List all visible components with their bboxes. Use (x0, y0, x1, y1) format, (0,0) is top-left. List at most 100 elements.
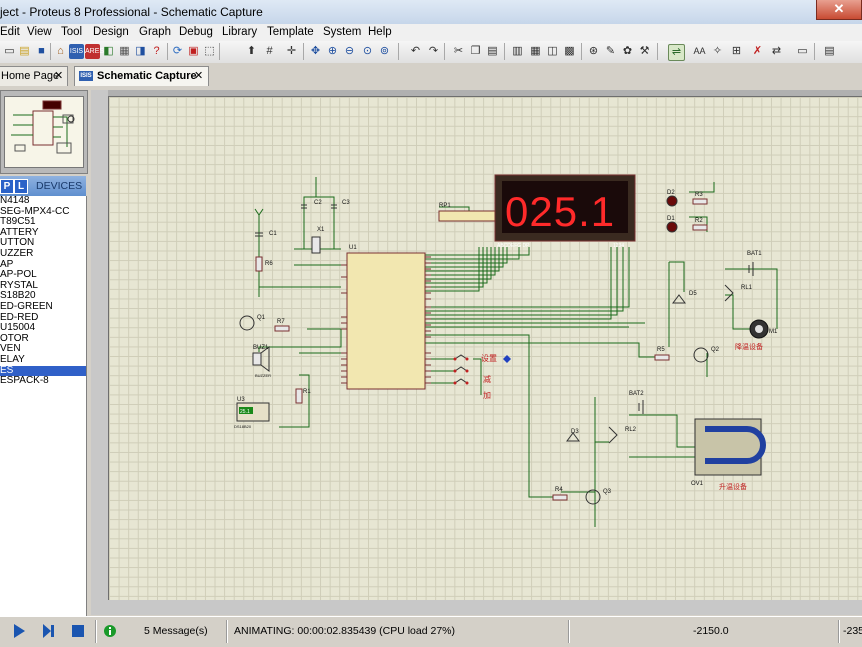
menu-library[interactable]: Library (222, 26, 257, 38)
menu-debug[interactable]: Debug (179, 26, 213, 38)
status-bar: 5 Message(s) ANIMATING: 00:00:02.835439 … (0, 616, 862, 647)
refresh-view-icon[interactable]: ⬆ (244, 44, 259, 59)
play-icon[interactable] (11, 623, 27, 639)
library-manager-button[interactable]: L (14, 179, 28, 194)
packaging-icon[interactable]: ✿ (620, 44, 635, 59)
list-item[interactable]: ESPACK-8 (0, 376, 86, 387)
info-icon (104, 625, 116, 637)
cut-icon[interactable]: ✂ (451, 44, 466, 59)
tab-schematic-close-icon[interactable]: ✕ (194, 67, 203, 85)
zoom-in-icon[interactable]: ⊕ (325, 44, 340, 59)
zoom-area-icon[interactable]: ⊚ (377, 44, 392, 59)
list-item[interactable]: U15004 (0, 323, 86, 334)
bat1-label: BAT1 (747, 251, 762, 257)
tab-schematic-capture[interactable]: ISIS Schematic Capture ✕ (74, 66, 209, 86)
bom-icon[interactable]: ▦ (117, 44, 132, 59)
property-tool-icon[interactable]: ✧ (710, 44, 725, 59)
title-bar: ject - Proteus 8 Professional - Schemati… (0, 0, 862, 25)
redo-icon[interactable]: ↷ (426, 44, 441, 59)
c2-label: C2 (314, 200, 322, 206)
menu-graph[interactable]: Graph (139, 26, 171, 38)
netlist-icon[interactable]: ⇄ (769, 44, 784, 59)
list-item[interactable]: ELAY (0, 355, 86, 366)
refresh-icon[interactable]: ⟳ (170, 44, 185, 59)
tab-home-close-icon[interactable]: ✕ (54, 67, 63, 85)
more-icon[interactable]: ▤ (822, 44, 837, 59)
design-explorer-icon[interactable]: ⊞ (729, 44, 744, 59)
overview-thumbnail[interactable] (4, 96, 84, 168)
list-item[interactable]: ATTERY (0, 228, 86, 239)
electrical-check-icon[interactable]: ✗ (750, 44, 765, 59)
paste-icon[interactable]: ▤ (485, 44, 500, 59)
stop-icon[interactable] (70, 623, 86, 639)
d5-label: D5 (689, 291, 697, 297)
block-delete-icon[interactable]: ▩ (562, 44, 577, 59)
c3-label: C3 (342, 200, 350, 206)
rl2-label: RL2 (625, 427, 637, 433)
overview-window[interactable] (0, 90, 88, 174)
pick-device-icon[interactable]: ⊛ (586, 44, 601, 59)
schematic-icon[interactable]: ISIS (69, 44, 84, 59)
buzzer-label: BUZZER (255, 373, 271, 378)
zoom-out-icon[interactable]: ⊖ (342, 44, 357, 59)
list-item[interactable]: ED-RED (0, 313, 86, 324)
search-tag-icon[interactable]: AA (692, 44, 707, 59)
bom-report-icon[interactable]: ▭ (795, 44, 810, 59)
menu-system[interactable]: System (323, 26, 361, 38)
list-item[interactable]: S18B20 (0, 291, 86, 302)
close-window-button[interactable]: ✕ (816, 0, 862, 20)
new-icon[interactable]: ▭ (2, 44, 17, 59)
save-icon[interactable]: ■ (34, 44, 49, 59)
menu-template[interactable]: Template (267, 26, 314, 38)
q3-label: Q3 (603, 489, 612, 495)
list-item[interactable]: AP-POL (0, 270, 86, 281)
decompose-icon[interactable]: ⚒ (637, 44, 652, 59)
menu-edit[interactable]: Edit (0, 26, 20, 38)
list-item[interactable]: AP (0, 260, 86, 271)
menu-view[interactable]: View (27, 26, 52, 38)
message-count[interactable]: 5 Message(s) (144, 625, 208, 637)
undo-icon[interactable]: ↶ (408, 44, 423, 59)
pcb-icon[interactable]: ARES (85, 44, 104, 59)
menu-help[interactable]: Help (368, 26, 392, 38)
u3-label: U3 (237, 397, 245, 403)
vertical-scrollbar[interactable] (91, 90, 108, 615)
list-item[interactable]: T89C51 (0, 217, 86, 228)
list-item[interactable]: VEN (0, 344, 86, 355)
block-rotate-icon[interactable]: ◫ (545, 44, 560, 59)
list-item-selected[interactable]: ES (0, 365, 86, 377)
pick-devices-button[interactable]: P (0, 179, 14, 194)
list-item[interactable]: N4148 (0, 196, 86, 207)
toolbar: ▭ ▤ ■ ⌂ ISIS ARES ◧ ▦ ◨ ? ⟳ ▣ ⬚ ⬆ # ✛ ✥ … (0, 41, 862, 64)
gallery-icon[interactable]: ◧ (101, 44, 116, 59)
origin-icon[interactable]: ✛ (284, 44, 299, 59)
wire-autorouter-icon[interactable]: ⇌ (668, 44, 685, 61)
list-item[interactable]: SEG-MPX4-CC (0, 207, 86, 218)
tab-home-page[interactable]: Home Page ✕ (0, 66, 68, 86)
print-icon[interactable]: ▣ (186, 44, 201, 59)
schematic-editor[interactable]: U1 025.1 ABCDEFG DP 1234 RP1 X1 C2 C3 C1… (91, 90, 862, 615)
help-icon[interactable]: ? (149, 44, 164, 59)
list-item[interactable]: UZZER (0, 249, 86, 260)
zoom-all-icon[interactable]: ⊙ (360, 44, 375, 59)
pan-icon[interactable]: ✥ (308, 44, 323, 59)
home-icon[interactable]: ⌂ (53, 44, 68, 59)
schematic-sheet[interactable]: U1 025.1 ABCDEFG DP 1234 RP1 X1 C2 C3 C1… (108, 96, 862, 601)
menu-design[interactable]: Design (93, 26, 129, 38)
grid-icon[interactable]: # (262, 44, 277, 59)
list-item[interactable]: RYSTAL (0, 281, 86, 292)
step-icon[interactable] (40, 623, 56, 639)
source-icon[interactable]: ◨ (133, 44, 148, 59)
list-item[interactable]: UTTON (0, 238, 86, 249)
block-move-icon[interactable]: ▦ (528, 44, 543, 59)
block-copy-icon[interactable]: ▥ (510, 44, 525, 59)
menu-tool[interactable]: Tool (61, 26, 82, 38)
open-icon[interactable]: ▤ (17, 44, 32, 59)
make-device-icon[interactable]: ✎ (603, 44, 618, 59)
rp1-label: RP1 (439, 203, 451, 209)
copy-icon[interactable]: ❐ (468, 44, 483, 59)
list-item[interactable]: OTOR (0, 334, 86, 345)
area-icon[interactable]: ⬚ (202, 44, 217, 59)
horizontal-scrollbar[interactable] (91, 600, 862, 615)
list-item[interactable]: ED-GREEN (0, 302, 86, 313)
